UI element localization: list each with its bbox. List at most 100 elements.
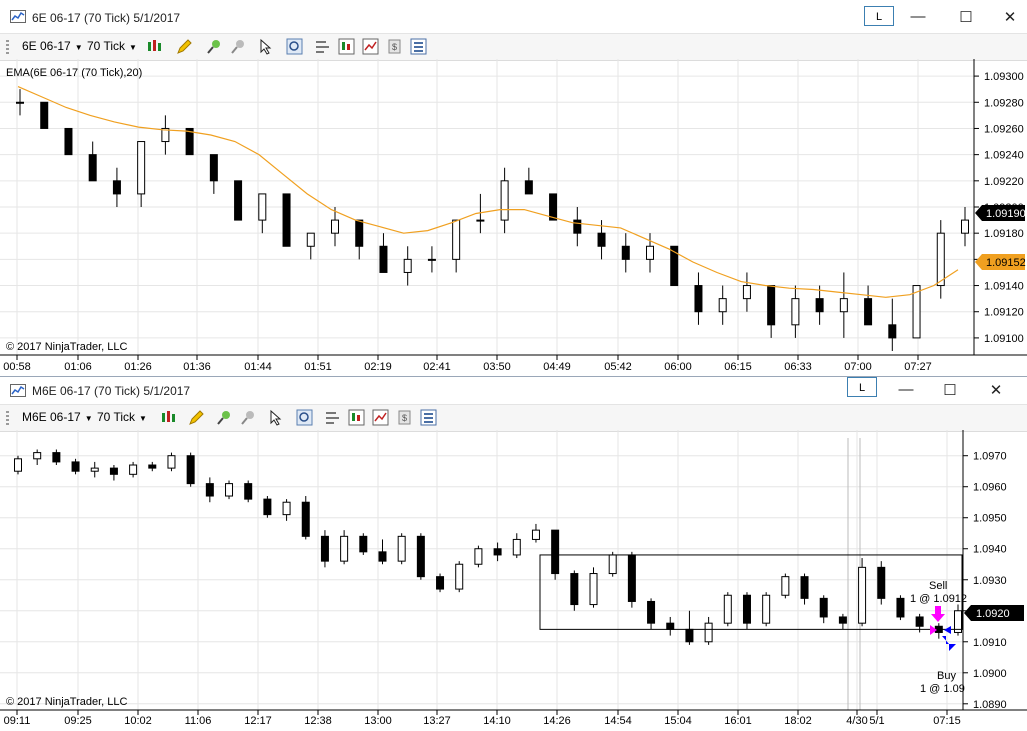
chart-window-6e[interactable]: 6E 06-17 (70 Tick) 5/1/2017 L — ☐ ✕ 6E 0… (0, 0, 1027, 377)
zoom-out-icon[interactable] (230, 38, 247, 55)
x-tick-label: 01:06 (64, 361, 92, 373)
candle-body (40, 101, 49, 129)
candle-body (791, 298, 800, 326)
minimize-icon[interactable]: — (908, 8, 928, 25)
money-icon[interactable]: $ (386, 38, 403, 55)
candle-body (320, 535, 329, 562)
candle (704, 616, 713, 645)
x-tick-label: 18:02 (784, 715, 812, 727)
zoom-out-icon[interactable] (240, 409, 257, 426)
interval-selector[interactable]: 70 Tick ▼ (87, 39, 137, 53)
x-tick-label: 06:00 (664, 361, 692, 373)
close-icon[interactable]: ✕ (986, 381, 1006, 399)
instrument-selector[interactable]: 6E 06-17 ▼ (22, 39, 83, 53)
instrument-selector[interactable]: M6E 06-17 ▼ (22, 410, 93, 424)
indicator-label: EMA(6E 06-17 (70 Tick),20) (6, 67, 142, 79)
candle (129, 461, 138, 478)
candle-body (694, 285, 703, 313)
x-tick-label: 01:51 (304, 361, 332, 373)
magnifier-icon[interactable] (296, 409, 313, 426)
maximize-icon[interactable]: ☐ (956, 8, 976, 26)
buy-label: Buy (937, 670, 956, 682)
candle-body (627, 554, 636, 602)
link-button[interactable]: L (847, 377, 877, 397)
candle (301, 496, 310, 540)
toolbar-grip[interactable] (6, 40, 9, 54)
candle-body (403, 258, 412, 273)
properties-icon[interactable] (420, 409, 437, 426)
candle-body (137, 141, 146, 195)
candle (762, 592, 771, 627)
properties-icon[interactable] (410, 38, 427, 55)
data-box-icon[interactable] (324, 409, 341, 426)
chart-toolbar: M6E 06-17 ▼ 70 Tick ▼ $ (0, 404, 1027, 432)
candle-body (723, 594, 732, 624)
toolbar-grip[interactable] (6, 411, 9, 425)
candle (621, 233, 630, 273)
candle (961, 207, 969, 247)
money-icon[interactable]: $ (396, 409, 413, 426)
buy-execution-marker[interactable]: Buy 1 @ 1.09 (920, 626, 965, 695)
strategies-icon[interactable] (362, 38, 379, 55)
candle-body (704, 622, 713, 643)
cursor-pointer-icon[interactable] (258, 38, 275, 55)
candlestick-style-icon[interactable] (146, 38, 163, 55)
title-bar[interactable]: 6E 06-17 (70 Tick) 5/1/2017 L — ☐ ✕ (0, 0, 1027, 33)
y-tick-label: 1.09140 (984, 281, 1024, 293)
copyright-label: © 2017 NinjaTrader, LLC (6, 341, 127, 353)
indicators-icon[interactable] (338, 38, 355, 55)
cursor-pointer-icon[interactable] (268, 409, 285, 426)
candle (666, 616, 675, 636)
y-tick-label: 1.0930 (973, 575, 1007, 587)
candle-body (476, 219, 485, 222)
x-tick-label: 04:49 (543, 361, 571, 373)
candle-body (331, 219, 339, 234)
candle-body (864, 298, 873, 326)
link-button[interactable]: L (864, 6, 894, 26)
x-tick-label: 10:02 (124, 715, 152, 727)
y-tick-label: 1.09280 (984, 97, 1024, 109)
candle (186, 452, 195, 487)
candle (549, 193, 558, 221)
x-tick-label: 14:10 (483, 715, 511, 727)
candle-body (148, 464, 157, 469)
candle (815, 285, 824, 325)
x-tick-label: 06:15 (724, 361, 752, 373)
y-tick-label: 1.0950 (973, 513, 1007, 525)
candle (685, 610, 694, 645)
candle (500, 167, 509, 234)
minimize-icon[interactable]: — (896, 381, 916, 398)
candle-body (186, 455, 195, 485)
indicators-icon[interactable] (348, 409, 365, 426)
close-icon[interactable]: ✕ (1000, 8, 1020, 26)
zoom-in-icon[interactable] (216, 409, 233, 426)
candle (320, 530, 329, 568)
magnifier-icon[interactable] (286, 38, 303, 55)
candle (455, 561, 464, 593)
candle (397, 533, 406, 565)
candle (573, 207, 582, 247)
candle (742, 592, 751, 630)
pencil-drawing-icon[interactable] (176, 38, 193, 55)
maximize-icon[interactable]: ☐ (940, 381, 960, 399)
candle-body (244, 483, 253, 500)
price-chart-m6e[interactable]: 1.0970 1.0960 1.0950 1.0940 1.0930 1.0920 1.09… (0, 430, 1027, 731)
chevron-down-icon: ▼ (139, 414, 147, 423)
chart-window-m6e[interactable]: M6E 06-17 (70 Tick) 5/1/2017 L — ☐ ✕ M6E… (0, 376, 1027, 731)
candlestick-style-icon[interactable] (160, 409, 177, 426)
copyright-label: © 2017 NinjaTrader, LLC (6, 696, 127, 708)
candle (781, 573, 790, 599)
rectangle-drawing[interactable] (539, 554, 963, 630)
pencil-drawing-icon[interactable] (188, 409, 205, 426)
candle (359, 533, 368, 555)
zoom-in-icon[interactable] (206, 38, 223, 55)
candle-body (52, 452, 61, 463)
strategies-icon[interactable] (372, 409, 389, 426)
price-chart-6e[interactable]: 1.093001.092801.092601.092401.092201.092… (0, 59, 1027, 376)
candle (205, 477, 214, 503)
x-tick-label: 12:17 (244, 715, 272, 727)
data-box-icon[interactable] (314, 38, 331, 55)
interval-selector[interactable]: 70 Tick ▼ (97, 410, 147, 424)
candle-body (455, 563, 464, 590)
candle-body (16, 101, 24, 104)
